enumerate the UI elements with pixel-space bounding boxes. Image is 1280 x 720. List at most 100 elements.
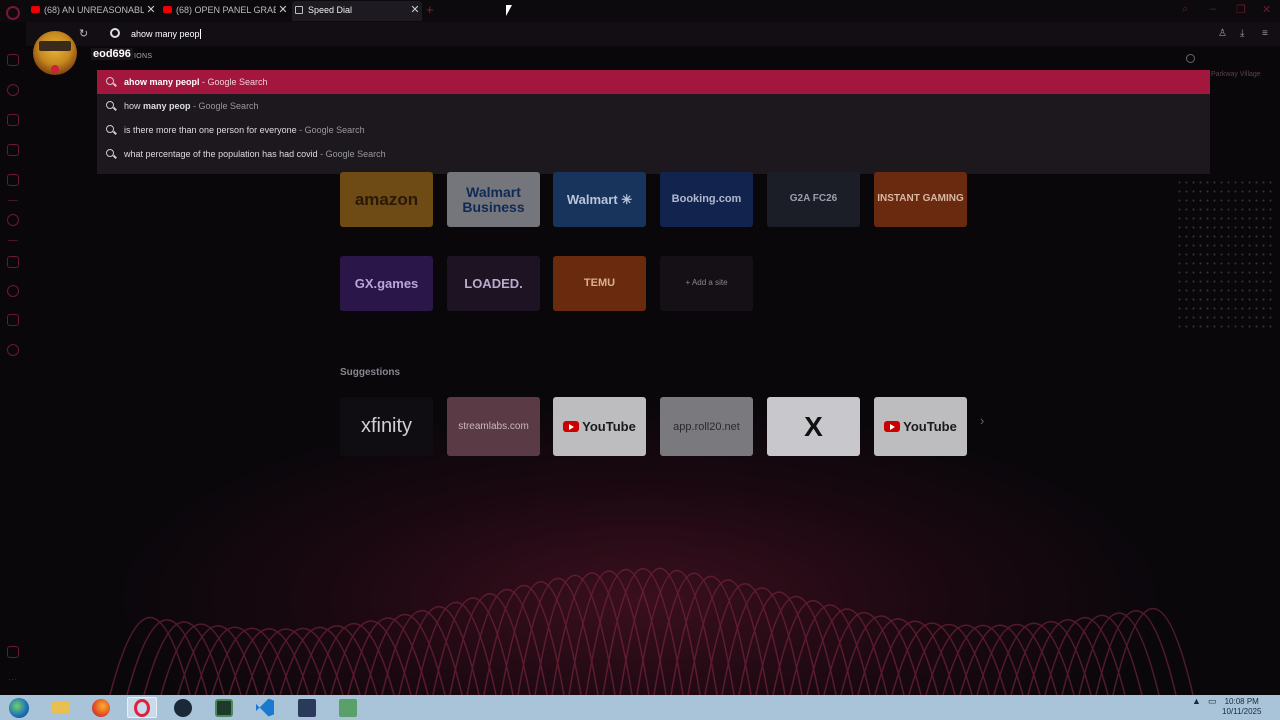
tab-speed-dial[interactable]: Speed Dial ✕: [292, 1, 422, 21]
tile-label: YouTube: [582, 419, 636, 434]
download-icon[interactable]: ⤓: [1240, 28, 1244, 39]
wave-line: [551, 572, 633, 695]
taskbar-opera-gx[interactable]: [127, 697, 157, 718]
box-icon[interactable]: [7, 314, 19, 326]
suggestion-query: what percentage of the population has ha…: [124, 149, 318, 159]
wave-line: [959, 624, 1041, 695]
search-icon: [106, 149, 114, 157]
discord-icon[interactable]: [7, 174, 19, 186]
close-icon[interactable]: ✕: [408, 1, 422, 21]
opera-logo-icon[interactable]: [6, 6, 20, 20]
search-tabs-icon[interactable]: ⌕: [1182, 3, 1188, 16]
taskbar-firefox[interactable]: [86, 697, 116, 718]
taskbar-steam[interactable]: [168, 697, 198, 718]
profile-icon[interactable]: ♙: [1218, 28, 1227, 39]
app-icon: [298, 698, 316, 717]
chevron-right-icon[interactable]: ›: [980, 413, 984, 428]
more-icon[interactable]: ···: [8, 674, 17, 684]
tab-title: (68) AN UNREASONABLE M: [44, 5, 158, 15]
wave-line: [245, 628, 327, 695]
address-input[interactable]: [128, 26, 1188, 42]
windows-orb-icon: [9, 697, 29, 718]
new-tab-icon[interactable]: +: [426, 2, 434, 17]
wave-line: [925, 624, 1007, 695]
taskbar-explorer[interactable]: [46, 697, 76, 718]
mouse-cursor: [506, 5, 512, 16]
speed-dial-icon: [295, 6, 303, 14]
suggestion-query: ahow many peopl: [124, 77, 200, 87]
clock[interactable]: 10:08 PM 10/11/2025: [1222, 697, 1261, 717]
suggestions-header-fragment: IONS: [134, 53, 153, 60]
network-icon[interactable]: ▭: [1208, 696, 1217, 707]
speed-dial-gx-games[interactable]: GX.games: [340, 256, 433, 311]
steam-icon: [174, 698, 192, 717]
folder-icon: [52, 701, 70, 714]
suggestion-query-match: many peop: [143, 101, 191, 111]
speed-dial-booking[interactable]: Booking.com: [660, 172, 753, 227]
taskbar: [0, 695, 1280, 720]
speed-dial-walmart-business[interactable]: Walmart Business: [447, 172, 540, 227]
settings-icon[interactable]: [7, 344, 19, 356]
suggestion-x[interactable]: X: [767, 397, 860, 456]
taskbar-app[interactable]: [209, 697, 239, 718]
close-icon[interactable]: ✕: [276, 1, 290, 21]
suggestion-item[interactable]: how many peop - Google Search: [97, 94, 1210, 118]
suggestion-source: - Google Search: [317, 149, 386, 159]
wave-line: [619, 567, 701, 695]
vscode-icon: [256, 698, 274, 717]
menu-icon[interactable]: ≡: [1262, 28, 1268, 39]
search-icon: [106, 77, 114, 85]
wave-line: [228, 628, 310, 695]
music-icon[interactable]: [7, 214, 19, 226]
opera-gx-icon: [134, 698, 150, 717]
minimize-icon[interactable]: –: [1210, 3, 1216, 15]
add-site-button[interactable]: + Add a site: [660, 256, 753, 311]
close-window-icon[interactable]: ✕: [1262, 3, 1271, 16]
wave-line: [568, 570, 650, 695]
wave-line: [109, 616, 191, 695]
history-icon[interactable]: [7, 285, 19, 297]
suggestion-item[interactable]: what percentage of the population has ha…: [97, 142, 1210, 166]
speed-dial-instant-gaming[interactable]: INSTANT GAMING: [874, 172, 967, 227]
speed-dial-temu[interactable]: TEMU: [553, 256, 646, 311]
speed-dial-walmart[interactable]: Walmart ✳: [553, 172, 646, 227]
suggestion-source: - Google Search: [296, 125, 365, 135]
tab-youtube-2[interactable]: (68) OPEN PANEL GRAB BA ✕: [160, 1, 290, 21]
start-button[interactable]: [4, 697, 34, 718]
suggestion-item[interactable]: ahow many peopl - Google Search: [97, 70, 1210, 94]
show-hidden-icons-icon[interactable]: ▲: [1192, 696, 1201, 706]
firefox-icon: [92, 698, 110, 717]
screen: (68) AN UNREASONABLE M ✕ (68) OPEN PANEL…: [0, 0, 1280, 720]
youtube-icon: [884, 421, 901, 432]
tab-youtube-1[interactable]: (68) AN UNREASONABLE M ✕: [28, 1, 158, 21]
bag-icon[interactable]: [7, 114, 19, 126]
suggestion-item[interactable]: is there more than one person for everyo…: [97, 118, 1210, 142]
wave-line: [942, 625, 1024, 695]
speed-dial-amazon[interactable]: amazon: [340, 172, 433, 227]
emoji-icon[interactable]: [1186, 54, 1195, 63]
twitch-icon[interactable]: [7, 144, 19, 156]
speed-dial-g2a[interactable]: G2A FC26: [767, 172, 860, 227]
search-icon: [106, 125, 114, 133]
weather-location[interactable]: Parkway Village: [1211, 71, 1261, 78]
search-icon: [106, 101, 114, 109]
reload-icon[interactable]: ↻: [79, 27, 88, 40]
sidebar-toggle-icon[interactable]: [7, 646, 19, 658]
edit-icon[interactable]: [7, 256, 19, 268]
suggestion-xfinity[interactable]: xfinity: [340, 397, 433, 456]
speedometer-icon[interactable]: [7, 84, 19, 96]
taskbar-vscode[interactable]: [250, 697, 280, 718]
close-icon[interactable]: ✕: [144, 1, 158, 21]
wave-line: [1112, 608, 1194, 695]
suggestion-youtube[interactable]: YouTube: [874, 397, 967, 456]
taskbar-app-3[interactable]: [333, 697, 363, 718]
gamepad-icon[interactable]: [7, 54, 19, 66]
suggestion-youtube[interactable]: YouTube: [553, 397, 646, 456]
speed-dial-loaded[interactable]: LOADED.: [447, 256, 540, 311]
maximize-icon[interactable]: ❐: [1236, 3, 1246, 16]
suggestion-streamlabs[interactable]: streamlabs.com: [447, 397, 540, 456]
clock-time: 10:08 PM: [1224, 697, 1259, 706]
live-dot-icon: [51, 65, 59, 73]
taskbar-app-2[interactable]: [292, 697, 322, 718]
suggestion-roll20[interactable]: app.roll20.net: [660, 397, 753, 456]
